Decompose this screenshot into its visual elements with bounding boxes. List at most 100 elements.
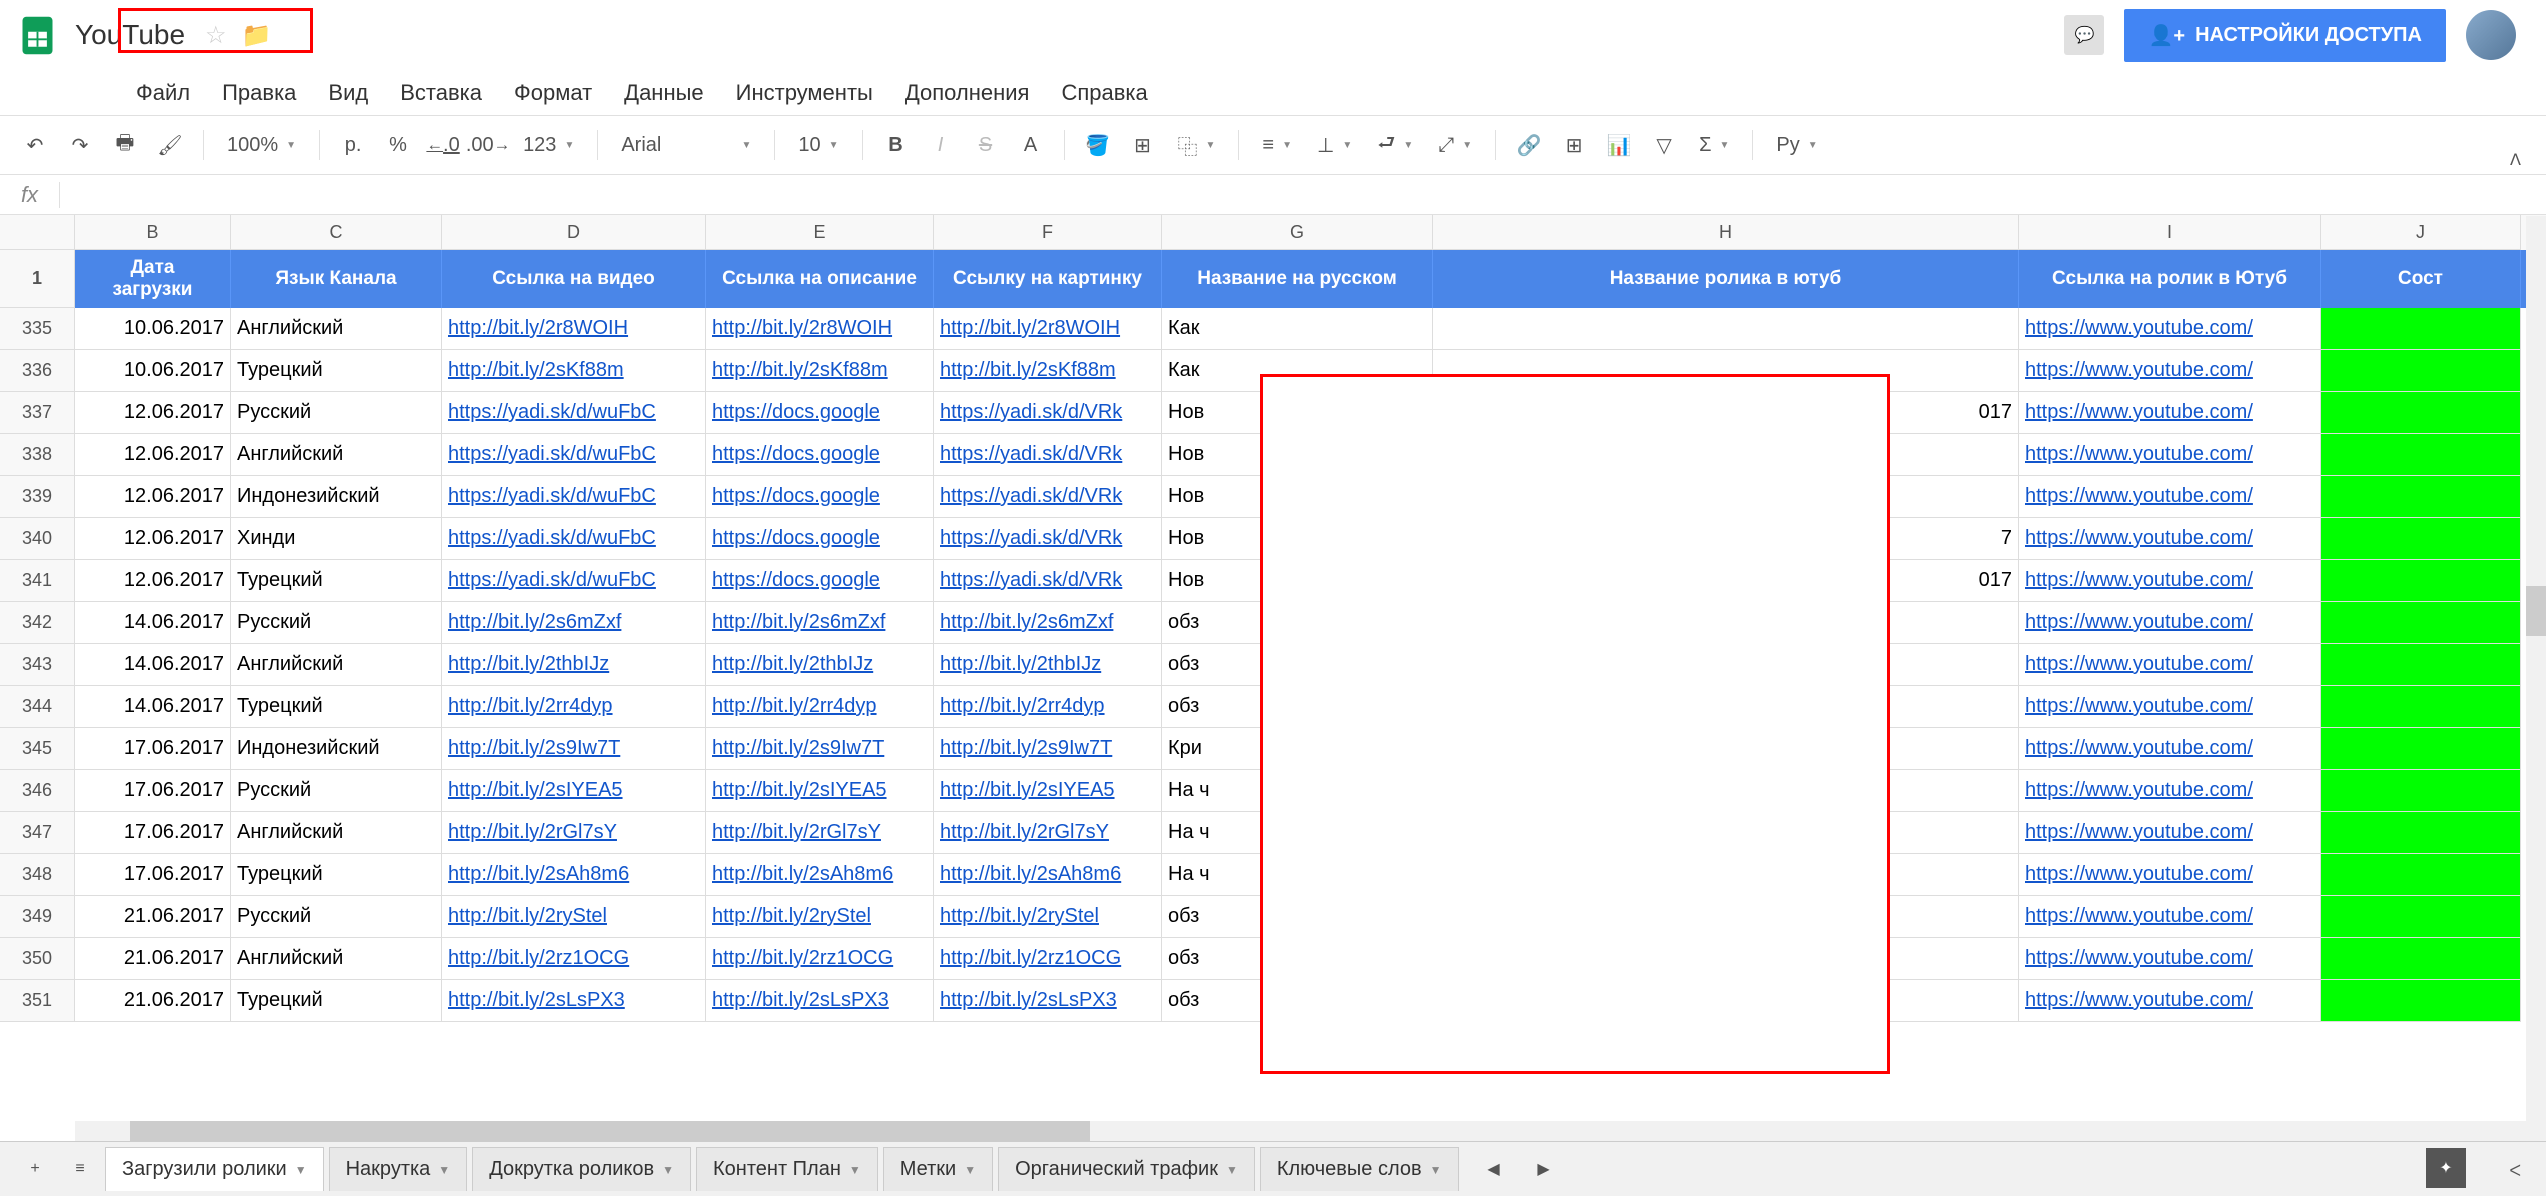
cell[interactable]: https://www.youtube.com/ [2019, 434, 2321, 476]
status-cell[interactable] [2321, 812, 2521, 854]
status-cell[interactable] [2321, 854, 2521, 896]
link[interactable]: http://bit.ly/2sKf88m [940, 359, 1116, 382]
link[interactable]: https://www.youtube.com/ [2025, 527, 2253, 550]
cell[interactable] [1433, 308, 2019, 350]
star-icon[interactable]: ☆ [205, 21, 227, 50]
decrease-decimal-button[interactable]: ←.0 [423, 125, 463, 165]
link[interactable]: http://bit.ly/2rz1OCG [448, 947, 629, 970]
column-header-E[interactable]: E [706, 215, 934, 250]
sheet-tab[interactable]: Загрузили ролики▼ [105, 1147, 324, 1191]
cell[interactable]: https://www.youtube.com/ [2019, 350, 2321, 392]
status-cell[interactable] [2321, 980, 2521, 1022]
font-size-selector[interactable]: 10▼ [788, 134, 848, 157]
link[interactable]: https://www.youtube.com/ [2025, 821, 2253, 844]
link[interactable]: http://bit.ly/2rr4dyp [940, 695, 1105, 718]
header-cell[interactable]: Название ролика в ютуб [1433, 250, 2019, 308]
cell[interactable]: http://bit.ly/2rz1OCG [442, 938, 706, 980]
doc-title[interactable]: YouTube [75, 19, 185, 51]
cell[interactable] [1433, 770, 2019, 812]
cell[interactable]: Индонезийский [231, 476, 442, 518]
cell[interactable]: обз [1162, 896, 1433, 938]
row-number[interactable]: 337 [0, 392, 75, 434]
status-cell[interactable] [2321, 476, 2521, 518]
link[interactable]: https://yadi.sk/d/wuFbC [448, 443, 656, 466]
cell[interactable]: 21.06.2017 [75, 896, 231, 938]
cell[interactable]: 14.06.2017 [75, 686, 231, 728]
menu-справка[interactable]: Справка [1045, 72, 1163, 114]
link[interactable]: http://bit.ly/2ryStel [712, 905, 871, 928]
cell[interactable]: http://bit.ly/2sLsPX3 [442, 980, 706, 1022]
cell[interactable]: 017 [1433, 560, 2019, 602]
cell[interactable]: http://bit.ly/2s9Iw7T [706, 728, 934, 770]
scroll-tabs-right-button[interactable]: ▶ [1524, 1149, 1564, 1189]
cell[interactable]: 12.06.2017 [75, 518, 231, 560]
cell[interactable]: Турецкий [231, 350, 442, 392]
row-number[interactable]: 344 [0, 686, 75, 728]
row-number[interactable]: 336 [0, 350, 75, 392]
link[interactable]: https://yadi.sk/d/VRk [940, 569, 1122, 592]
fill-color-button[interactable]: 🪣 [1078, 125, 1118, 165]
row-number[interactable]: 348 [0, 854, 75, 896]
link[interactable]: https://yadi.sk/d/VRk [940, 527, 1122, 550]
link[interactable]: http://bit.ly/2rGl7sY [940, 821, 1109, 844]
link[interactable]: http://bit.ly/2rGl7sY [448, 821, 617, 844]
zoom-selector[interactable]: 100%▼ [217, 134, 306, 157]
link[interactable]: http://bit.ly/2sIYEA5 [712, 779, 887, 802]
status-cell[interactable] [2321, 938, 2521, 980]
cell[interactable]: Русский [231, 602, 442, 644]
link[interactable]: http://bit.ly/2thbIJz [940, 653, 1101, 676]
link[interactable]: http://bit.ly/2sKf88m [448, 359, 624, 382]
status-cell[interactable] [2321, 392, 2521, 434]
cell[interactable]: https://www.youtube.com/ [2019, 476, 2321, 518]
row-number[interactable]: 1 [0, 250, 75, 308]
link[interactable]: http://bit.ly/2rz1OCG [940, 947, 1121, 970]
menu-дополнения[interactable]: Дополнения [889, 72, 1046, 114]
sheet-tab[interactable]: Органический трафик▼ [998, 1147, 1255, 1191]
cell[interactable]: Английский [231, 938, 442, 980]
link[interactable]: http://bit.ly/2r8WOIH [940, 317, 1120, 340]
cell[interactable]: 21.06.2017 [75, 980, 231, 1022]
menu-вставка[interactable]: Вставка [384, 72, 498, 114]
cell[interactable]: http://bit.ly/2sIYEA5 [442, 770, 706, 812]
link[interactable]: https://www.youtube.com/ [2025, 695, 2253, 718]
row-number[interactable]: 339 [0, 476, 75, 518]
cell[interactable]: Турецкий [231, 980, 442, 1022]
cell[interactable] [1433, 434, 2019, 476]
header-cell[interactable]: Название на русском [1162, 250, 1433, 308]
cell[interactable]: Хинди [231, 518, 442, 560]
link[interactable]: http://bit.ly/2sLsPX3 [940, 989, 1117, 1012]
link[interactable]: https://yadi.sk/d/VRk [940, 401, 1122, 424]
vertical-scrollbar[interactable] [2526, 216, 2546, 1121]
cell[interactable]: https://www.youtube.com/ [2019, 812, 2321, 854]
chevron-down-icon[interactable]: ▼ [1226, 1163, 1238, 1177]
cell[interactable] [1433, 812, 2019, 854]
cell[interactable]: обз [1162, 602, 1433, 644]
link[interactable]: https://docs.google [712, 401, 880, 424]
link[interactable]: https://docs.google [712, 485, 880, 508]
column-header-D[interactable]: D [442, 215, 706, 250]
folder-icon[interactable]: 📁 [242, 21, 272, 50]
cell[interactable]: Английский [231, 644, 442, 686]
share-button[interactable]: 👤+ НАСТРОЙКИ ДОСТУПА [2124, 9, 2446, 62]
cell[interactable]: http://bit.ly/2s6mZxf [442, 602, 706, 644]
cell[interactable] [1433, 476, 2019, 518]
sheet-tab[interactable]: Метки▼ [883, 1147, 993, 1191]
status-cell[interactable] [2321, 518, 2521, 560]
link[interactable]: https://docs.google [712, 527, 880, 550]
status-cell[interactable] [2321, 350, 2521, 392]
link[interactable]: https://www.youtube.com/ [2025, 653, 2253, 676]
link[interactable]: https://docs.google [712, 569, 880, 592]
cell[interactable] [1433, 686, 2019, 728]
cell[interactable]: 12.06.2017 [75, 476, 231, 518]
link[interactable]: http://bit.ly/2thbIJz [712, 653, 873, 676]
link[interactable]: https://www.youtube.com/ [2025, 989, 2253, 1012]
link[interactable]: https://docs.google [712, 443, 880, 466]
cell[interactable] [1433, 938, 2019, 980]
cell[interactable]: http://bit.ly/2rz1OCG [706, 938, 934, 980]
header-cell[interactable]: Язык Канала [231, 250, 442, 308]
print-button[interactable]: 🖶 [105, 125, 145, 165]
h-align-button[interactable]: ≡▼ [1252, 134, 1302, 157]
cell[interactable]: Как [1162, 350, 1433, 392]
header-cell[interactable]: Ссылка на видео [442, 250, 706, 308]
link[interactable]: http://bit.ly/2r8WOIH [448, 317, 628, 340]
